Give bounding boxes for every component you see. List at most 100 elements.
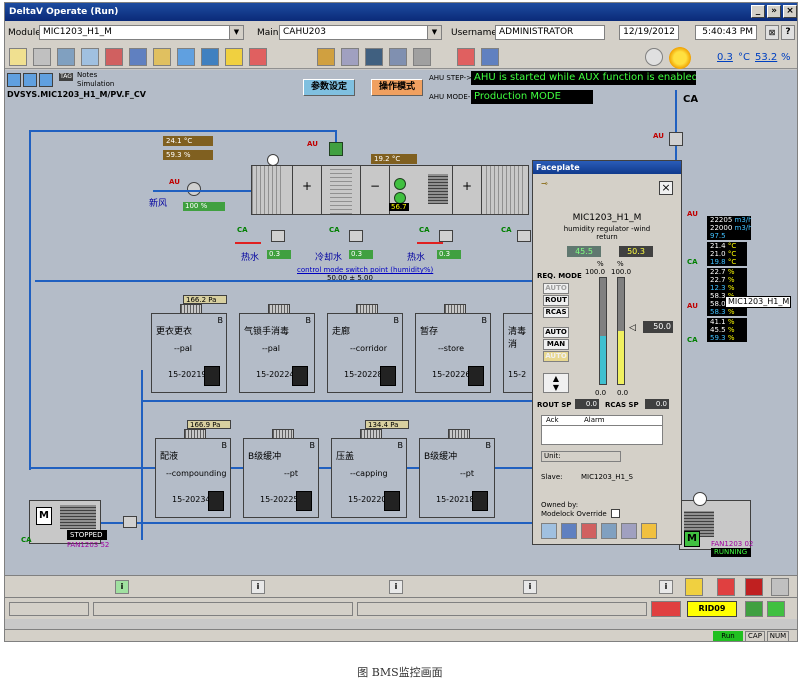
- module-select[interactable]: MIC1203_H1_M ▼: [39, 25, 244, 40]
- horn-icon[interactable]: [771, 578, 789, 596]
- books-icon[interactable]: [129, 48, 147, 66]
- room-pressure-value: 134.4 Pa: [365, 420, 409, 429]
- grid-icon[interactable]: [105, 48, 123, 66]
- status-slot: [9, 602, 89, 616]
- silence-icon[interactable]: [717, 578, 735, 596]
- info-button[interactable]: i: [115, 580, 129, 594]
- network-icon[interactable]: [745, 601, 763, 617]
- room-name: B级缓冲: [424, 452, 458, 462]
- main-select[interactable]: CAHU203 ▼: [279, 25, 442, 40]
- table-icon[interactable]: [249, 48, 267, 66]
- room-card[interactable]: 清毒消 15-2: [503, 313, 535, 393]
- pin-icon[interactable]: ⊸: [541, 179, 555, 189]
- humidity-value: 53.2: [755, 52, 778, 63]
- chevron-down-icon[interactable]: ▼: [229, 26, 243, 39]
- status-grid-icon[interactable]: [767, 601, 785, 617]
- room-card[interactable]: B B级缓冲 --pt 15-20225: [243, 429, 319, 518]
- minimize-button[interactable]: _: [751, 5, 765, 18]
- rout-sp-value[interactable]: 0.0: [575, 399, 599, 409]
- alarm-list[interactable]: Ack Alarm: [541, 415, 663, 445]
- tools-icon[interactable]: [621, 523, 637, 539]
- pressure-box: 41.1 % 45.5 % 59.3 %: [707, 318, 747, 342]
- restore-button[interactable]: »: [767, 5, 781, 18]
- modelock-checkbox[interactable]: [611, 509, 620, 518]
- up-down-stepper[interactable]: ▲ ▼: [543, 373, 569, 393]
- lock-icon[interactable]: [457, 48, 475, 66]
- valve-icon[interactable]: [271, 230, 285, 242]
- faceplate-panel[interactable]: Faceplate ⊸ × MIC1203_H1_M humidity regu…: [532, 160, 682, 545]
- display-icon[interactable]: [201, 48, 219, 66]
- rcas-mode-button[interactable]: RCAS: [543, 307, 569, 318]
- auto-button[interactable]: AUTO: [543, 327, 569, 338]
- ca-label-4: CA: [501, 226, 512, 234]
- mute-icon[interactable]: [745, 578, 763, 596]
- damper-icon[interactable]: [187, 182, 201, 196]
- output-value[interactable]: 50.0: [643, 321, 673, 333]
- bell-icon[interactable]: [225, 48, 243, 66]
- back-arrow-icon[interactable]: [177, 48, 195, 66]
- auto-mode-button[interactable]: AUTO: [543, 283, 569, 294]
- forward-arrow-icon[interactable]: [23, 73, 37, 87]
- trend-icon[interactable]: [601, 523, 617, 539]
- transfer-icon[interactable]: [481, 48, 499, 66]
- info-button[interactable]: i: [659, 580, 673, 594]
- room-card[interactable]: B 配液 --compounding 15-20234: [155, 429, 231, 518]
- damper-icon[interactable]: [669, 132, 683, 146]
- ahu-step-message: AHU is started while AUX function is ena…: [471, 71, 696, 85]
- info-button[interactable]: i: [389, 580, 403, 594]
- rcas-sp-value[interactable]: 0.0: [645, 399, 669, 409]
- pen-icon[interactable]: [81, 48, 99, 66]
- grid-icon[interactable]: [581, 523, 597, 539]
- close-button[interactable]: ×: [659, 181, 673, 195]
- detail-icon[interactable]: [541, 523, 557, 539]
- humidifier: [428, 174, 448, 204]
- network-icon[interactable]: [389, 48, 407, 66]
- valve-icon[interactable]: [517, 230, 531, 242]
- info-button[interactable]: i: [523, 580, 537, 594]
- chevron-down-icon[interactable]: ▼: [427, 26, 441, 39]
- fan-grill: [60, 505, 96, 529]
- valve-icon[interactable]: [329, 142, 343, 156]
- config-icon[interactable]: [413, 48, 431, 66]
- open-icon[interactable]: [153, 48, 171, 66]
- room-card[interactable]: B 走廊 --corridor 15-20228: [327, 304, 403, 393]
- rid-button[interactable]: RID09: [687, 601, 737, 617]
- help-button[interactable]: ?: [781, 25, 795, 40]
- params-button[interactable]: 参数设定: [303, 79, 355, 96]
- mode-button[interactable]: 操作模式: [371, 79, 423, 96]
- fresh-air-duct: [153, 190, 251, 192]
- room-id: 15-2: [508, 370, 527, 379]
- info-button[interactable]: i: [251, 580, 265, 594]
- print-icon[interactable]: [33, 48, 51, 66]
- trend-icon[interactable]: [365, 48, 383, 66]
- window-title: DeltaV Operate (Run): [9, 7, 119, 17]
- rout-mode-button[interactable]: ROUT: [543, 295, 569, 306]
- close-button[interactable]: ×: [783, 5, 797, 18]
- ack-all-icon[interactable]: [685, 578, 703, 596]
- man-button[interactable]: MAN: [543, 339, 569, 350]
- ack-icon[interactable]: [641, 523, 657, 539]
- run-indicator: Run: [713, 631, 743, 641]
- valve-icon[interactable]: [349, 230, 363, 242]
- room-card[interactable]: B 更衣更衣 --pal 15-20219: [151, 304, 227, 393]
- damper-icon[interactable]: [123, 516, 137, 528]
- up-arrow-icon[interactable]: [39, 73, 53, 87]
- folder-icon[interactable]: [9, 48, 27, 66]
- sp-value[interactable]: 50.3: [619, 246, 653, 257]
- room-card[interactable]: B 暂存 --store 15-20226: [415, 304, 491, 393]
- chart-icon[interactable]: [57, 48, 75, 66]
- room-card[interactable]: B B级缓冲 --pt 15-20218: [419, 429, 495, 518]
- room-pressure-value: 166.9 Pa: [187, 420, 231, 429]
- auto-active-button[interactable]: AUTO: [543, 351, 569, 362]
- valve-icon[interactable]: [439, 230, 453, 242]
- vent-icon: [448, 429, 470, 439]
- au-top-label: AU: [653, 132, 664, 140]
- stop-icon[interactable]: ⊠: [765, 25, 779, 40]
- room-card[interactable]: B 气锁手消毒 --pal 15-20224: [239, 304, 315, 393]
- scale-icon[interactable]: [317, 48, 335, 66]
- alarm-list-icon[interactable]: [651, 601, 681, 617]
- room-card[interactable]: B 压盖 --capping 15-20220: [331, 429, 407, 518]
- books-icon[interactable]: [561, 523, 577, 539]
- tools-icon[interactable]: [341, 48, 359, 66]
- back-arrow-icon[interactable]: [7, 73, 21, 87]
